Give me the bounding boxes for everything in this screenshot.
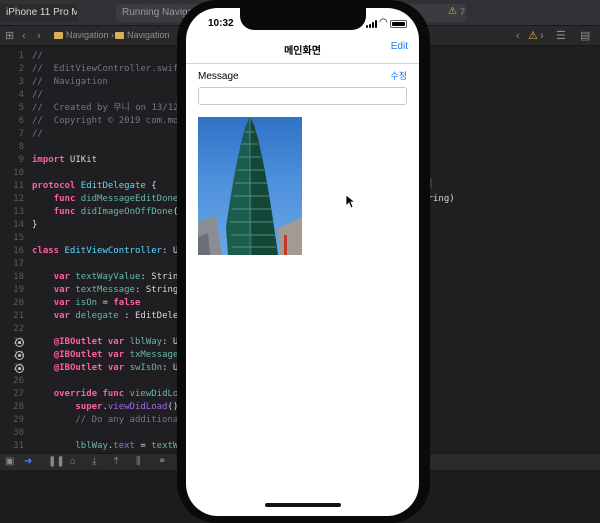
line-number: 17 bbox=[13, 259, 24, 269]
editor-options-icon[interactable]: ▤ bbox=[580, 29, 590, 43]
line-number: 10 bbox=[13, 168, 24, 178]
related-items-icon[interactable]: ⊞ bbox=[5, 29, 14, 43]
device-notch bbox=[240, 8, 366, 30]
line-number: 12 bbox=[13, 194, 24, 204]
battery-icon bbox=[390, 20, 407, 28]
line-number: 8 bbox=[18, 142, 24, 152]
line-number: 21 bbox=[13, 311, 24, 321]
warning-count: 7 bbox=[460, 7, 466, 17]
line-number: 28 bbox=[13, 402, 24, 412]
line-number: 20 bbox=[13, 298, 24, 308]
breakpoints-toggle-icon[interactable]: ➜ bbox=[24, 456, 32, 468]
code-text: protocol EditDelegate { bbox=[32, 181, 157, 191]
line-number: 27 bbox=[13, 389, 24, 399]
breadcrumb-project[interactable]: Navigation › bbox=[54, 30, 114, 40]
issue-warning-icon[interactable]: ⚠ bbox=[528, 29, 538, 43]
line-number: 18 bbox=[13, 272, 24, 282]
code-text: // bbox=[32, 129, 43, 139]
line-number: 11 bbox=[13, 181, 24, 191]
breadcrumb-label: Navigation bbox=[66, 30, 109, 40]
cellular-signal-icon bbox=[366, 20, 378, 28]
breadcrumb-label: Navigation bbox=[127, 30, 170, 40]
code-text: var isOn = false bbox=[53, 298, 141, 308]
scheme-selector[interactable]: iPhone 11 Pro Max bbox=[0, 4, 77, 22]
next-issue-icon[interactable]: › bbox=[540, 29, 544, 43]
line-number: 15 bbox=[13, 233, 24, 243]
code-review-icon[interactable]: ☰ bbox=[556, 29, 566, 43]
skyscraper-image bbox=[198, 117, 302, 255]
line-number: 2 bbox=[18, 64, 24, 74]
view-hierarchy-icon[interactable]: ⫼ bbox=[136, 456, 141, 468]
line-number: 4 bbox=[18, 90, 24, 100]
line-number: 3 bbox=[18, 77, 24, 87]
hide-debug-area-icon[interactable]: ▣ bbox=[5, 456, 14, 468]
outlet-connection-icon[interactable] bbox=[15, 364, 24, 373]
pause-icon[interactable]: ❚❚ bbox=[48, 456, 65, 468]
line-number: 7 bbox=[18, 129, 24, 139]
line-number: 13 bbox=[13, 207, 24, 217]
code-text: // EditViewController.swift bbox=[32, 64, 184, 74]
wifi-icon: ◠ bbox=[379, 17, 388, 28]
outlet-connection-icon[interactable] bbox=[15, 351, 24, 360]
nav-title: 메인화면 bbox=[284, 46, 321, 57]
line-number: 26 bbox=[13, 376, 24, 386]
modify-button[interactable]: 수정 bbox=[390, 69, 407, 82]
line-number: 30 bbox=[13, 428, 24, 438]
previous-issue-icon[interactable]: ‹ bbox=[516, 29, 520, 43]
line-number: 22 bbox=[13, 324, 24, 334]
code-text: import UIKit bbox=[32, 155, 98, 165]
edit-button[interactable]: Edit bbox=[391, 41, 408, 52]
mouse-cursor-icon bbox=[346, 195, 356, 209]
home-indicator bbox=[265, 503, 341, 507]
code-text: // bbox=[32, 51, 43, 61]
line-number: 6 bbox=[18, 116, 24, 126]
outlet-connection-icon[interactable] bbox=[15, 338, 24, 347]
line-number: 14 bbox=[13, 220, 24, 230]
status-bar-time: 10:32 bbox=[208, 18, 234, 29]
line-number: 5 bbox=[18, 103, 24, 113]
memory-graph-icon[interactable]: ⚭ bbox=[158, 456, 166, 468]
warning-icon[interactable]: ⚠ bbox=[448, 6, 457, 17]
line-number: 31 bbox=[13, 441, 24, 451]
folder-icon bbox=[115, 32, 124, 39]
step-out-icon[interactable]: ⤒ bbox=[114, 456, 118, 468]
step-over-icon[interactable]: ⌂ bbox=[70, 456, 76, 468]
code-text: // bbox=[32, 90, 43, 100]
code-text: // Navigation bbox=[32, 77, 108, 87]
message-field[interactable] bbox=[198, 87, 407, 105]
building-photo bbox=[198, 117, 302, 255]
folder-icon bbox=[54, 32, 63, 39]
code-text: } bbox=[32, 220, 38, 230]
line-number: 29 bbox=[13, 415, 24, 425]
breadcrumb-group[interactable]: Navigation bbox=[115, 30, 170, 40]
navigation-bar: 메인화면 Edit bbox=[186, 36, 419, 64]
step-into-icon[interactable]: ⤓ bbox=[92, 456, 96, 468]
message-label: Message bbox=[198, 71, 239, 82]
line-number: 9 bbox=[18, 155, 24, 165]
code-text: super.viewDidLoad() bbox=[75, 402, 179, 412]
line-number: 1 bbox=[18, 51, 24, 61]
forward-arrow-icon[interactable]: › bbox=[37, 29, 41, 43]
line-number: 16 bbox=[13, 246, 24, 256]
simulator-screen: 10:32 ◠ 메인화면 Edit Message 수정 bbox=[186, 8, 419, 516]
line-number: 19 bbox=[13, 285, 24, 295]
back-arrow-icon[interactable]: ‹ bbox=[22, 29, 26, 43]
